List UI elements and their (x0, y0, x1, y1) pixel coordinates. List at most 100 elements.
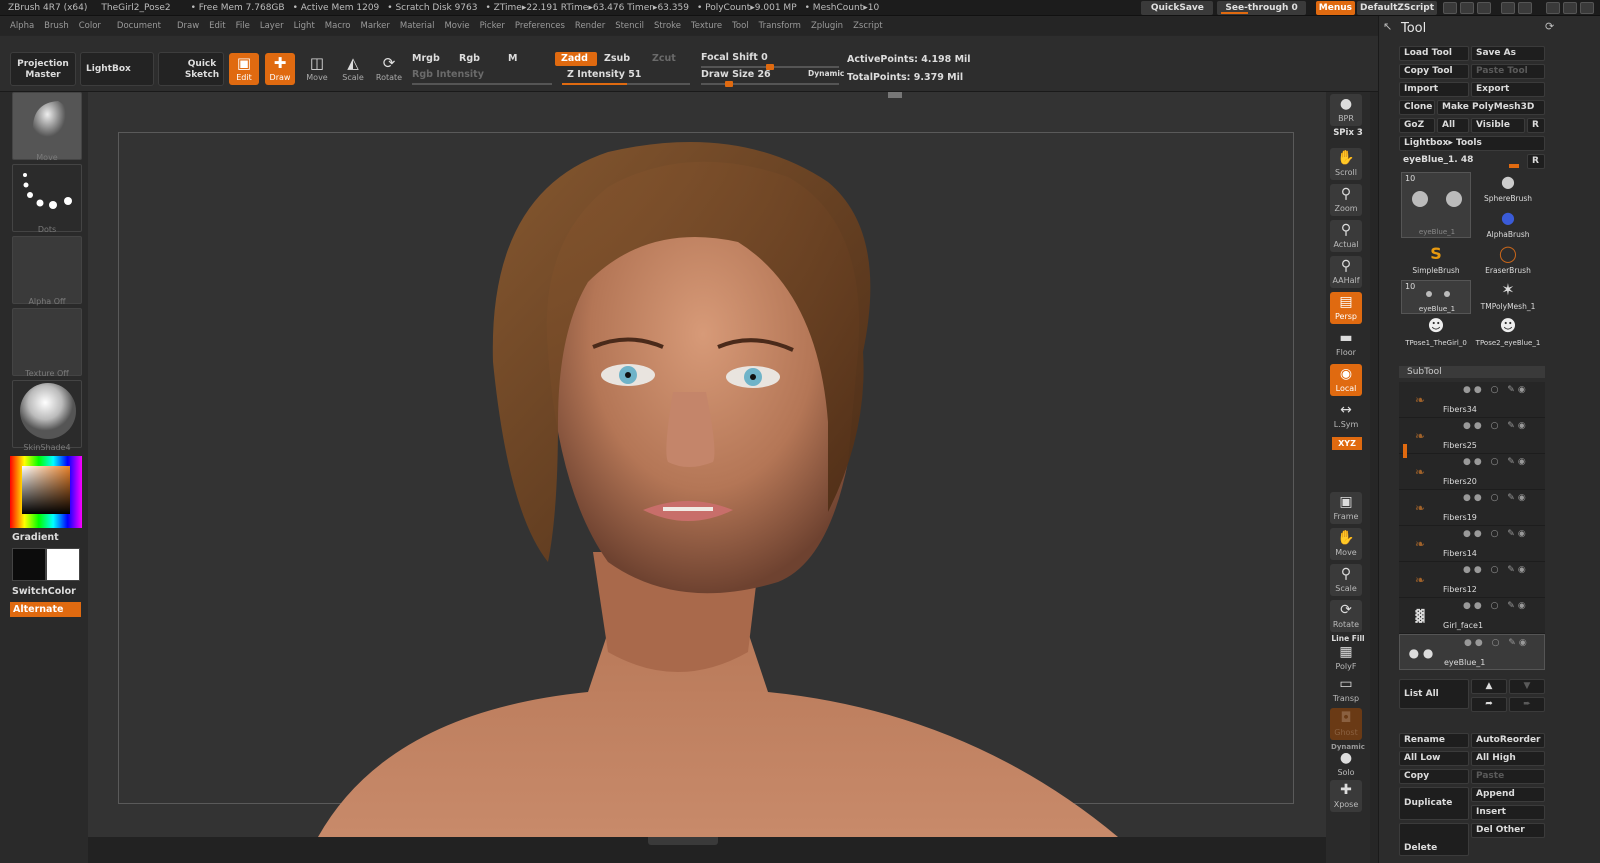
rotate-view-button[interactable]: ⟳ Rotate (1330, 600, 1362, 632)
maximize-icon[interactable] (1563, 2, 1577, 14)
menu-item-file[interactable]: File (236, 21, 250, 31)
draw-button[interactable]: ✚ Draw (265, 53, 295, 85)
scroll-button[interactable]: ✋ Scroll (1330, 148, 1362, 180)
layout-icon[interactable] (1443, 2, 1457, 14)
subtool-visibility-icon[interactable]: ●● ○ ✎◉ (1463, 601, 1529, 611)
polyf-button[interactable]: ▦ PolyF (1330, 642, 1362, 674)
secondary-color-swatch[interactable] (46, 548, 80, 581)
tool-thumb-alphabrush[interactable]: ● AlphaBrush (1473, 206, 1543, 240)
tool-thumb-tpose1[interactable]: ☻ TPose1_TheGirl_0 (1401, 314, 1471, 348)
goz-visible-button[interactable]: Visible (1471, 118, 1525, 133)
move-to-top-button[interactable]: ➦ (1471, 697, 1507, 712)
subtool-item[interactable]: ▓ ●● ○ ✎◉ Girl_face1 (1399, 598, 1545, 634)
subtool-item[interactable]: ❧ ●● ○ ✎◉ Fibers14 (1399, 526, 1545, 562)
gear-icon[interactable] (1518, 2, 1532, 14)
current-tool-r-button[interactable]: R (1527, 154, 1545, 169)
menu-item-light[interactable]: Light (294, 21, 315, 31)
menu-item-alpha[interactable]: Alpha (10, 21, 34, 31)
copy-subtool-button[interactable]: Copy (1399, 769, 1469, 784)
subtool-visibility-icon[interactable]: ●● ○ ✎◉ (1463, 565, 1529, 575)
menu-item-tool[interactable]: Tool (732, 21, 749, 31)
goz-button[interactable]: GoZ (1399, 118, 1435, 133)
subtool-item[interactable]: ● ● ●● ○ ✎◉ eyeBlue_1 (1399, 634, 1545, 670)
menu-item-texture[interactable]: Texture (691, 21, 722, 31)
color-picker[interactable] (10, 456, 82, 528)
menu-item-layer[interactable]: Layer (260, 21, 284, 31)
persp-button[interactable]: ▤ Persp (1330, 292, 1362, 324)
tool-thumb-eyeblue[interactable]: 10 eyeBlue_1 (1401, 172, 1471, 238)
menu-item-material[interactable]: Material (400, 21, 435, 31)
list-all-button[interactable]: List All (1399, 679, 1469, 709)
subtool-visibility-icon[interactable]: ●● ○ ✎◉ (1463, 421, 1529, 431)
stroke-slot[interactable] (12, 164, 82, 232)
all-high-button[interactable]: All High (1471, 751, 1545, 766)
quick-sketch-button[interactable]: Quick Sketch (158, 52, 224, 86)
menu-item-zscript[interactable]: Zscript (853, 21, 883, 31)
subtool-item[interactable]: ❧ ●● ○ ✎◉ Fibers25 (1399, 418, 1545, 454)
goz-all-button[interactable]: All (1437, 118, 1469, 133)
lightbox-tools-button[interactable]: Lightbox▸ Tools (1399, 136, 1545, 151)
menu-item-marker[interactable]: Marker (361, 21, 390, 31)
menu-item-stroke[interactable]: Stroke (654, 21, 681, 31)
zadd-button[interactable]: Zadd (555, 52, 597, 66)
insert-button[interactable]: Insert (1471, 805, 1545, 820)
floor-button[interactable]: ▬ Floor (1330, 328, 1362, 360)
subtool-item[interactable]: ❧ ●● ○ ✎◉ Fibers34 (1399, 382, 1545, 418)
m-button[interactable]: M (508, 53, 517, 64)
zsub-button[interactable]: Zsub (604, 53, 630, 64)
rgb-intensity-slider[interactable]: Rgb Intensity (412, 69, 484, 80)
focal-shift-slider[interactable]: Focal Shift 0 (701, 52, 768, 63)
tool-palette-title[interactable]: Tool (1401, 21, 1426, 36)
menu-item-edit[interactable]: Edit (209, 21, 225, 31)
menus-toggle[interactable]: Menus (1315, 1, 1356, 15)
subtool-header[interactable]: SubTool (1399, 366, 1545, 378)
alternate-button[interactable]: Alternate (10, 602, 81, 617)
grid-icon[interactable] (1477, 2, 1491, 14)
menu-item-render[interactable]: Render (575, 21, 605, 31)
palette-icon[interactable] (1460, 2, 1474, 14)
scale-button[interactable]: ◭ Scale (338, 53, 368, 85)
export-button[interactable]: Export (1471, 82, 1545, 97)
gradient-label[interactable]: Gradient (12, 532, 59, 543)
subtool-visibility-icon[interactable]: ●● ○ ✎◉ (1463, 529, 1529, 539)
current-tool-slider[interactable]: eyeBlue_1. 48 (1399, 154, 1525, 169)
canvas-viewport[interactable] (88, 92, 1326, 837)
subtool-visibility-icon[interactable]: ●● ○ ✎◉ (1463, 493, 1529, 503)
make-polymesh-button[interactable]: Make PolyMesh3D (1437, 100, 1545, 115)
main-color-swatch[interactable] (12, 548, 46, 581)
move-down-button[interactable]: ▼ (1509, 679, 1545, 694)
edit-button[interactable]: ▣ Edit (229, 53, 259, 85)
alpha-slot[interactable] (12, 236, 82, 304)
scale-view-button[interactable]: ⚲ Scale (1330, 564, 1362, 596)
texture-slot[interactable] (12, 308, 82, 376)
paste-tool-button[interactable]: Paste Tool (1471, 64, 1545, 79)
import-button[interactable]: Import (1399, 82, 1469, 97)
load-tool-button[interactable]: Load Tool (1399, 46, 1469, 61)
solo-button[interactable]: ● Solo (1330, 748, 1362, 780)
subtool-visibility-icon[interactable]: ●● ○ ✎◉ (1463, 457, 1529, 467)
projection-master-button[interactable]: Projection Master (10, 52, 76, 86)
ghost-button[interactable]: ◘ Ghost (1330, 708, 1362, 740)
tool-palette-refresh-icon[interactable]: ⟳ (1545, 20, 1554, 33)
subtool-item[interactable]: ❧ ●● ○ ✎◉ Fibers19 (1399, 490, 1545, 526)
move-to-bottom-button[interactable]: ➨ (1509, 697, 1545, 712)
material-slot[interactable] (12, 380, 82, 448)
brush-slot[interactable] (12, 92, 82, 160)
move-up-button[interactable]: ▲ (1471, 679, 1507, 694)
quicksave-button[interactable]: QuickSave (1141, 1, 1214, 15)
sculpt-model[interactable] (88, 92, 1326, 837)
rename-button[interactable]: Rename (1399, 733, 1469, 748)
zcut-button[interactable]: Zcut (652, 53, 676, 64)
duplicate-button[interactable]: Duplicate (1399, 787, 1469, 820)
switchcolor-button[interactable]: SwitchColor (12, 586, 76, 597)
tool-thumb-eyeblue-2[interactable]: 10 eyeBlue_1 (1401, 280, 1471, 314)
lsym-button[interactable]: ↔ L.Sym (1330, 400, 1362, 432)
minimize-icon[interactable] (1546, 2, 1560, 14)
save-as-button[interactable]: Save As (1471, 46, 1545, 61)
all-low-button[interactable]: All Low (1399, 751, 1469, 766)
xyz-button[interactable]: XYZ (1332, 437, 1362, 450)
close-icon[interactable] (1580, 2, 1594, 14)
frame-button[interactable]: ▣ Frame (1330, 492, 1362, 524)
subtool-item[interactable]: ❧ ●● ○ ✎◉ Fibers20 (1399, 454, 1545, 490)
subtool-visibility-icon[interactable]: ●● ○ ✎◉ (1464, 638, 1530, 648)
